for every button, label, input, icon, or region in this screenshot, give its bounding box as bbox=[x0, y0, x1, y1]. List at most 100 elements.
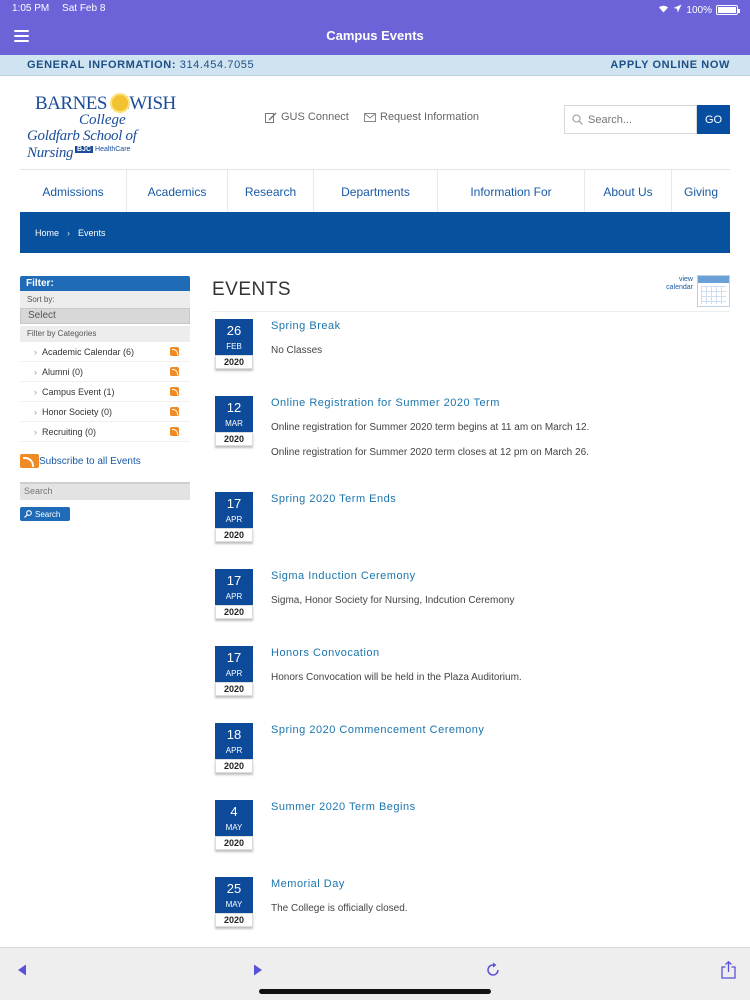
chevron-right-icon: › bbox=[34, 346, 37, 357]
event-item: 17 APR 2020 Spring 2020 Term Ends bbox=[215, 492, 730, 552]
rss-icon[interactable] bbox=[170, 367, 179, 376]
category-alumni[interactable]: › Alumni (0) bbox=[20, 362, 190, 382]
status-time: 1:05 PM bbox=[12, 3, 50, 14]
go-button[interactable]: GO bbox=[697, 105, 730, 134]
event-title[interactable]: Summer 2020 Term Begins bbox=[271, 801, 416, 813]
request-info-label: Request Information bbox=[380, 111, 480, 123]
sort-select[interactable]: Select bbox=[20, 308, 190, 324]
event-date[interactable]: 26 FEB 2020 bbox=[215, 319, 253, 369]
event-search-button[interactable]: Search bbox=[20, 507, 70, 521]
site-search[interactable] bbox=[564, 105, 697, 134]
event-day: 12 bbox=[226, 400, 242, 415]
event-day: 17 bbox=[226, 650, 242, 665]
view-calendar-label: view calendar bbox=[660, 276, 693, 292]
subscribe-all-link[interactable]: Subscribe to all Events bbox=[20, 453, 190, 469]
nav-admissions[interactable]: Admissions bbox=[20, 170, 127, 213]
sun-icon bbox=[112, 95, 128, 111]
event-year: 2020 bbox=[215, 355, 253, 369]
nav-giving[interactable]: Giving bbox=[672, 170, 730, 213]
events-heading: EVENTS bbox=[212, 279, 292, 300]
event-date[interactable]: 17 APR 2020 bbox=[215, 492, 253, 542]
general-info-label: GENERAL INFORMATION: bbox=[27, 59, 177, 71]
event-description: No Classes bbox=[271, 345, 323, 356]
apply-online-link[interactable]: APPLY ONLINE NOW bbox=[610, 59, 730, 71]
battery-percent: 100% bbox=[686, 4, 712, 16]
breadcrumb-home[interactable]: Home bbox=[35, 228, 59, 238]
search-input[interactable] bbox=[588, 113, 688, 126]
nav-departments[interactable]: Departments bbox=[314, 170, 438, 213]
event-date[interactable]: 17 APR 2020 bbox=[215, 646, 253, 696]
category-honor-society[interactable]: › Honor Society (0) bbox=[20, 402, 190, 422]
search-icon bbox=[572, 114, 583, 125]
category-campus-event[interactable]: › Campus Event (1) bbox=[20, 382, 190, 402]
college-logo[interactable]: BARNES JEWISH College Goldfarb School of… bbox=[25, 93, 185, 161]
nav-academics[interactable]: Academics bbox=[127, 170, 228, 213]
event-year: 2020 bbox=[215, 528, 253, 542]
rss-icon[interactable] bbox=[170, 427, 179, 436]
reload-icon[interactable] bbox=[483, 960, 503, 980]
view-calendar-line-2: calendar bbox=[666, 284, 693, 291]
share-icon[interactable] bbox=[718, 960, 738, 980]
rss-icon[interactable] bbox=[170, 407, 179, 416]
event-year: 2020 bbox=[215, 605, 253, 619]
event-date[interactable]: 18 APR 2020 bbox=[215, 723, 253, 773]
event-date[interactable]: 12 MAR 2020 bbox=[215, 396, 253, 446]
event-description: The College is officially closed. bbox=[271, 903, 408, 914]
search-icon bbox=[24, 510, 32, 518]
general-info: GENERAL INFORMATION: 314.454.7055 bbox=[27, 59, 254, 71]
back-icon[interactable] bbox=[12, 960, 32, 980]
wifi-icon bbox=[658, 4, 669, 16]
event-month: APR bbox=[225, 515, 243, 524]
rss-icon[interactable] bbox=[170, 347, 179, 356]
view-calendar-link[interactable]: view calendar bbox=[660, 275, 730, 308]
main-nav: Admissions Academics Research Department… bbox=[20, 169, 730, 213]
event-month: APR bbox=[225, 746, 243, 755]
event-title[interactable]: Memorial Day bbox=[271, 878, 345, 890]
logo-healthcare: HealthCare bbox=[95, 146, 131, 153]
breadcrumb-current: Events bbox=[78, 227, 106, 238]
rss-icon[interactable] bbox=[170, 387, 179, 396]
general-info-phone[interactable]: 314.454.7055 bbox=[180, 59, 255, 71]
event-title[interactable]: Spring 2020 Commencement Ceremony bbox=[271, 724, 484, 736]
category-recruiting[interactable]: › Recruiting (0) bbox=[20, 422, 190, 442]
nav-information-for[interactable]: Information For bbox=[438, 170, 585, 213]
event-date[interactable]: 25 MAY 2020 bbox=[215, 877, 253, 927]
event-title[interactable]: Online Registration for Summer 2020 Term bbox=[271, 397, 500, 409]
filter-heading: Filter: bbox=[20, 276, 190, 291]
event-item: 26 FEB 2020 Spring Break No Classes bbox=[215, 319, 730, 379]
event-month: MAR bbox=[225, 419, 243, 428]
event-month: MAY bbox=[225, 900, 243, 909]
event-title[interactable]: Honors Convocation bbox=[271, 647, 380, 659]
edit-icon bbox=[265, 112, 277, 123]
nav-research[interactable]: Research bbox=[228, 170, 314, 213]
battery-icon bbox=[716, 5, 740, 15]
rss-icon bbox=[20, 454, 39, 468]
chevron-right-icon: › bbox=[34, 426, 37, 437]
event-item: 25 MAY 2020 Memorial Day The College is o… bbox=[215, 877, 730, 937]
logo-line-2: College bbox=[79, 112, 126, 128]
breadcrumb: Home › Events bbox=[20, 212, 730, 253]
request-info-link[interactable]: Request Information bbox=[364, 111, 479, 123]
event-month: MAY bbox=[225, 823, 243, 832]
event-search-field[interactable] bbox=[20, 482, 190, 500]
forward-icon[interactable] bbox=[248, 960, 268, 980]
event-item: 17 APR 2020 Honors Convocation Honors Con… bbox=[215, 646, 730, 706]
nav-about-us[interactable]: About Us bbox=[585, 170, 672, 213]
gus-connect-link[interactable]: GUS Connect bbox=[265, 111, 349, 123]
category-academic-calendar[interactable]: › Academic Calendar (6) bbox=[20, 342, 190, 362]
event-day: 25 bbox=[226, 881, 242, 896]
event-month: APR bbox=[225, 669, 243, 678]
event-date[interactable]: 4 MAY 2020 bbox=[215, 800, 253, 850]
home-indicator[interactable] bbox=[259, 989, 491, 994]
event-day: 18 bbox=[226, 727, 242, 742]
event-title[interactable]: Spring 2020 Term Ends bbox=[271, 493, 396, 505]
category-label: Recruiting (0) bbox=[42, 426, 97, 437]
event-title[interactable]: Sigma Induction Ceremony bbox=[271, 570, 416, 582]
event-title[interactable]: Spring Break bbox=[271, 320, 341, 332]
event-search-input[interactable] bbox=[24, 486, 174, 496]
event-year: 2020 bbox=[215, 836, 253, 850]
event-day: 26 bbox=[226, 323, 242, 338]
event-date[interactable]: 17 APR 2020 bbox=[215, 569, 253, 619]
event-month: APR bbox=[225, 592, 243, 601]
chevron-right-icon: › bbox=[34, 406, 37, 417]
